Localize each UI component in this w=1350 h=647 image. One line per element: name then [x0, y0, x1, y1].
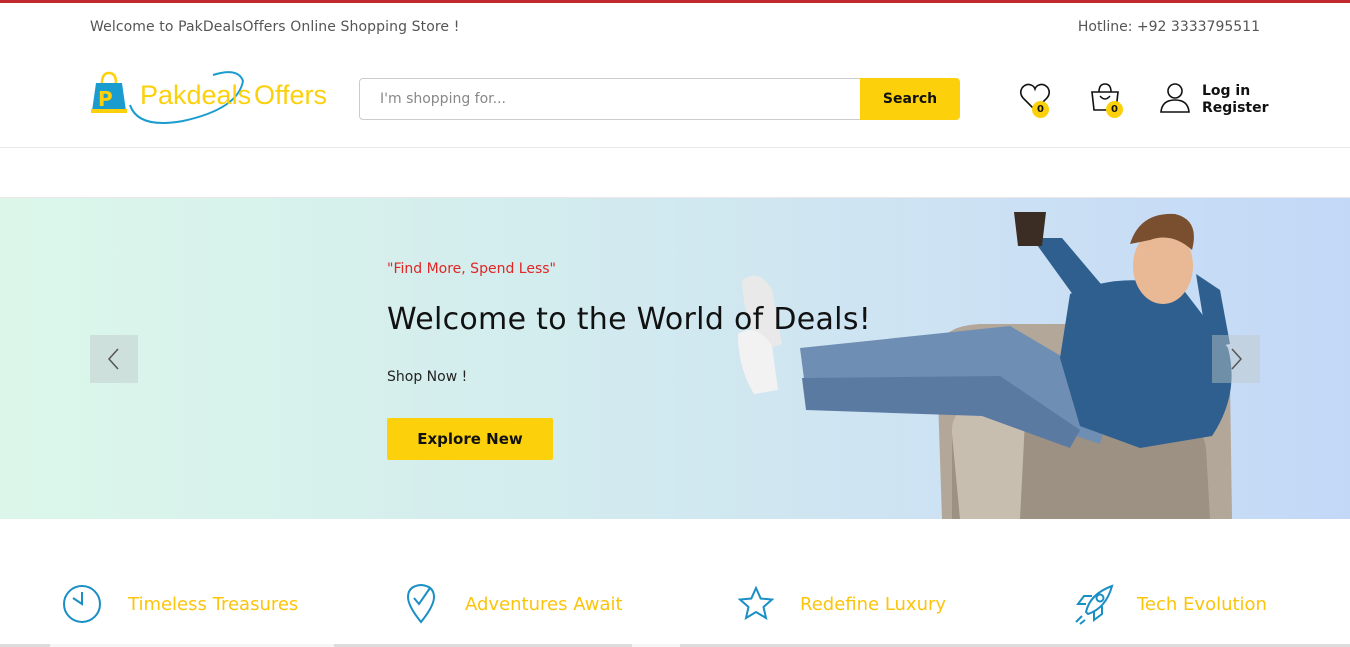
chevron-left-icon: [107, 348, 119, 370]
user-account-icon-wrap[interactable]: [1158, 81, 1192, 115]
cart-button[interactable]: 0: [1088, 81, 1123, 118]
slider-next-button[interactable]: [1212, 335, 1260, 383]
search-button[interactable]: Search: [860, 78, 960, 120]
feature-label: Adventures Await: [465, 594, 623, 615]
search-input[interactable]: [359, 78, 861, 120]
search-bar: Search: [359, 78, 960, 120]
account-links: Log in Register: [1202, 83, 1269, 117]
feature-label: Tech Evolution: [1137, 594, 1267, 615]
hero-slider: "Find More, Spend Less" Welcome to the W…: [0, 198, 1350, 519]
slider-prev-button[interactable]: [90, 335, 138, 383]
hero-tagline: "Find More, Spend Less": [387, 261, 556, 277]
feature-item-timeless[interactable]: Timeless Treasures: [62, 582, 298, 626]
navigation-bar: [0, 148, 1350, 198]
feature-label: Timeless Treasures: [128, 594, 299, 615]
logo-text: Pakdeals: [140, 80, 251, 110]
welcome-message: Welcome to PakDealsOffers Online Shoppin…: [90, 19, 460, 35]
feature-item-tech[interactable]: Tech Evolution: [1072, 582, 1267, 626]
hero-person-image: [738, 212, 1232, 519]
login-link[interactable]: Log in: [1202, 83, 1269, 100]
wishlist-count-badge: 0: [1032, 101, 1049, 118]
chevron-right-icon: [1231, 348, 1243, 370]
header: P Pakdeals Offers Search 0 0 Log in Re: [0, 51, 1350, 147]
feature-item-adventures[interactable]: Adventures Await: [404, 582, 623, 626]
clock-icon: [63, 585, 101, 623]
location-check-icon: [406, 583, 436, 624]
cart-count-badge: 0: [1106, 101, 1123, 118]
wishlist-button[interactable]: 0: [1018, 81, 1052, 118]
hero-subtitle: Shop Now !: [387, 369, 468, 385]
top-bar: Welcome to PakDealsOffers Online Shoppin…: [0, 3, 1350, 51]
explore-new-button[interactable]: Explore New: [387, 418, 553, 460]
features-row: Timeless Treasures Adventures Await Rede…: [0, 519, 1350, 647]
register-link[interactable]: Register: [1202, 100, 1269, 117]
site-logo[interactable]: P Pakdeals Offers: [88, 69, 333, 131]
svg-text:Offers: Offers: [254, 80, 327, 110]
svg-text:P: P: [98, 87, 113, 111]
star-icon: [737, 585, 775, 621]
hotline: Hotline: +92 3333795511: [1077, 19, 1260, 35]
feature-item-luxury[interactable]: Redefine Luxury: [736, 582, 946, 626]
hero-title: Welcome to the World of Deals!: [387, 302, 872, 337]
user-icon: [1160, 83, 1190, 113]
feature-label: Redefine Luxury: [800, 594, 947, 615]
rocket-icon: [1075, 584, 1114, 625]
